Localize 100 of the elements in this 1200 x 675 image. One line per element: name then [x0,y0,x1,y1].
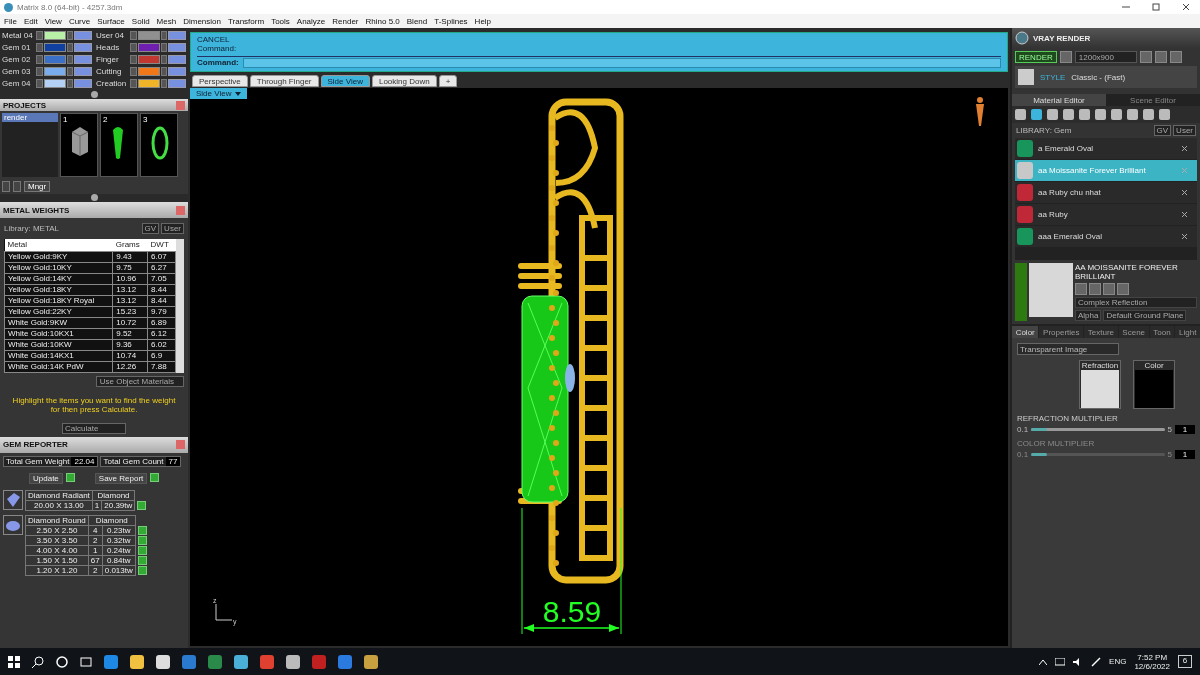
layer-name[interactable]: Gem 04 [2,79,36,88]
alpha-toggle[interactable]: Alpha [1075,310,1102,321]
material-type-dropdown[interactable]: Complex Reflection [1075,297,1197,308]
layer-color-swatch[interactable] [44,79,66,88]
property-tab[interactable]: Light [1175,326,1200,338]
slider-track[interactable] [1031,428,1165,431]
view-dropdown[interactable]: Side View [190,88,248,99]
layer-color-swatch[interactable] [138,55,160,64]
layer-name[interactable]: Metal 04 [2,31,36,40]
language-indicator[interactable]: ENG [1109,657,1127,666]
property-tab[interactable]: Scene [1118,326,1149,338]
column-header[interactable]: Metal [4,239,113,251]
collapse-handle[interactable] [90,194,98,201]
minimize-icon[interactable] [1122,3,1130,11]
ground-plane-dropdown[interactable]: Default Ground Plane [1103,310,1187,321]
layer-name[interactable]: Finger [96,55,130,64]
toggle-button[interactable]: GV [1153,125,1172,136]
menu-item[interactable]: T-Splines [434,16,468,26]
project-thumbnail[interactable]: 2 [100,113,138,177]
go-button[interactable] [65,472,75,482]
layer-name[interactable]: Gem 01 [2,43,36,52]
property-tab[interactable]: Properties [1039,326,1084,338]
layer-color-swatch[interactable] [44,55,66,64]
maximize-icon[interactable] [1152,3,1160,11]
material-item[interactable]: aaa Emerald Oval [1015,226,1197,247]
property-tab[interactable]: Texture [1084,326,1118,338]
clock[interactable]: 7:52 PM 12/6/2022 [1134,652,1170,671]
layer-color-swatch[interactable] [138,79,160,88]
style-selector[interactable]: STYLE Classic - (Fast) [1015,66,1197,88]
up-button[interactable] [13,181,21,192]
view-tab[interactable]: Looking Down [371,75,437,87]
property-tab[interactable]: Color [1012,326,1039,338]
close-icon[interactable] [1182,3,1190,11]
menu-item[interactable]: Tools [271,16,290,26]
close-icon[interactable] [1182,234,1187,239]
material-item[interactable]: aa Ruby chu nhat [1015,182,1197,203]
figure-icon[interactable] [976,97,984,126]
close-icon[interactable] [1182,212,1187,217]
layer-name[interactable]: Heads [96,43,130,52]
menu-item[interactable]: Mesh [156,16,177,26]
close-icon[interactable] [1182,146,1187,151]
layer-name[interactable]: Gem 02 [2,55,36,64]
close-button[interactable] [176,205,185,215]
layer-name[interactable]: User 04 [96,31,130,40]
property-tab[interactable]: Toon [1149,326,1175,338]
app-icon[interactable] [234,654,248,669]
go-button[interactable] [150,472,160,482]
calculate-button[interactable]: Calculate [62,422,126,434]
menu-item[interactable]: Render [332,16,359,26]
use-object-materials-checkbox[interactable]: Use Object Materials [95,375,184,387]
material-item[interactable]: aa Ruby [1015,204,1197,225]
layer-color-swatch[interactable] [138,31,160,40]
project-thumbnail[interactable]: 3 [140,113,178,177]
search-icon[interactable] [32,655,44,668]
report-button[interactable]: Save Report [94,472,148,484]
manager-button[interactable]: Mngr [24,181,51,192]
editor-tab[interactable]: Material Editor [1012,94,1106,106]
command-input[interactable] [242,57,1001,68]
menu-item[interactable]: File [4,16,17,26]
report-button[interactable]: Update [29,472,63,484]
menu-item[interactable]: Dimension [183,16,221,26]
layer-color-swatch[interactable] [138,67,160,76]
menu-item[interactable]: Analyze [296,16,326,26]
task-view-icon[interactable] [80,655,92,668]
collapse-handle[interactable] [90,91,98,98]
menu-item[interactable]: Solid [131,16,150,26]
windows-icon[interactable] [8,655,20,668]
editor-tab[interactable]: Scene Editor [1106,94,1200,106]
notification-button[interactable]: 6 [1178,655,1192,668]
view-tab[interactable]: Perspective [192,75,248,87]
toggle-button[interactable]: GV [141,223,160,234]
material-item[interactable]: a Emerald Oval [1015,138,1197,159]
app-icon[interactable] [364,654,378,669]
layer-color-swatch[interactable] [44,31,66,40]
layer-name[interactable]: Gem 03 [2,67,36,76]
pen-icon[interactable] [1091,656,1102,667]
app-icon[interactable] [338,654,352,669]
app-icon[interactable] [286,654,300,669]
select-button[interactable] [137,500,147,510]
layer-color-swatch[interactable] [44,43,66,52]
project-thumbnail[interactable]: 1 [60,113,98,177]
menu-item[interactable]: Transform [227,16,265,26]
layer-name[interactable]: Cutting [96,67,130,76]
view-tab[interactable]: Through Finger [249,75,319,87]
mode-dropdown[interactable]: Transparent Image [1017,343,1119,355]
menu-item[interactable]: Rhino 5.0 [365,16,400,26]
menu-item[interactable]: Surface [97,16,125,26]
menu-item[interactable]: Blend [406,16,428,26]
menu-item[interactable]: Edit [23,16,38,26]
toggle-button[interactable]: User [1173,125,1196,136]
layer-color-swatch[interactable] [138,43,160,52]
texture-slot[interactable]: Refraction [1079,360,1121,409]
texture-slot[interactable]: Color [1133,360,1175,409]
menu-item[interactable]: View [44,16,62,26]
project-item[interactable]: render [2,113,58,122]
caret-icon[interactable] [1039,658,1048,665]
circle-icon[interactable] [56,655,68,668]
layer-name[interactable]: Creation [96,79,130,88]
view-tab[interactable]: Side View [320,75,370,87]
add-tab-button[interactable]: + [438,75,458,87]
